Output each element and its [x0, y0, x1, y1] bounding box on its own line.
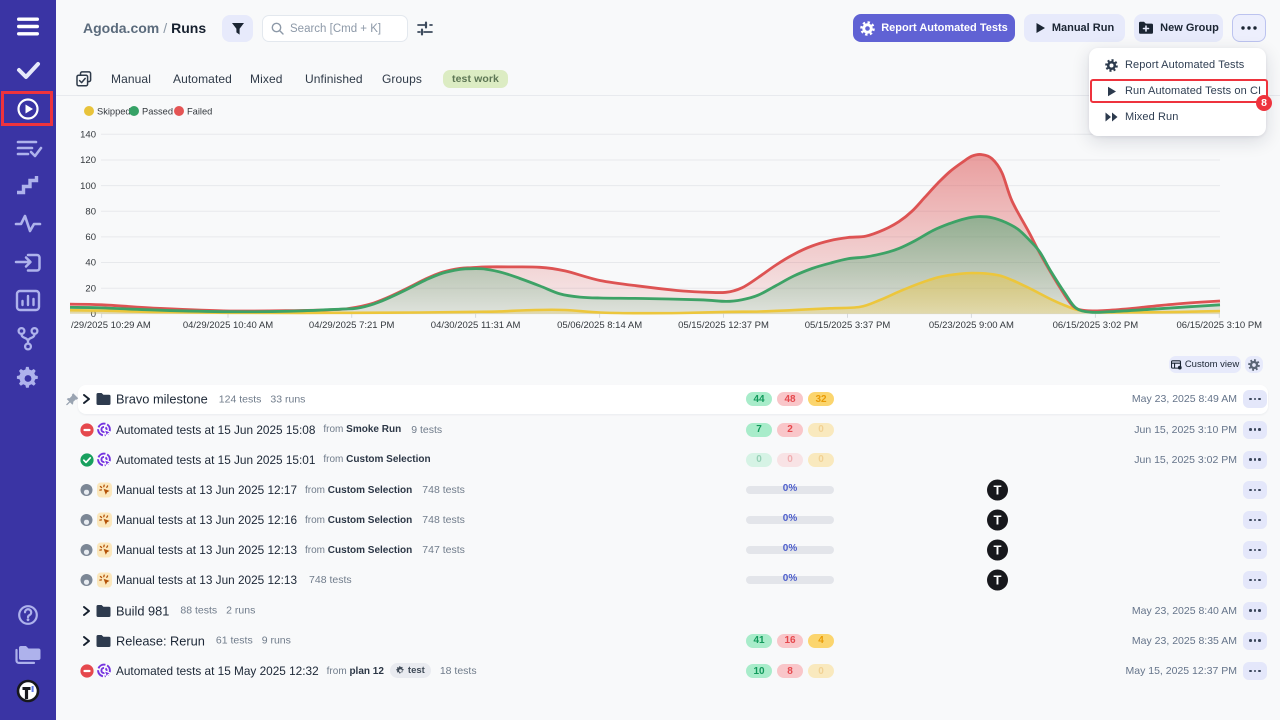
svg-text:80: 80 [85, 206, 96, 217]
svg-text:40: 40 [85, 258, 96, 269]
svg-text:06/15/2025 3:10 PM: 06/15/2025 3:10 PM [1177, 320, 1263, 331]
svg-text:100: 100 [80, 181, 96, 192]
svg-text:/29/2025 10:29 AM: /29/2025 10:29 AM [71, 320, 151, 331]
svg-text:20: 20 [85, 283, 96, 294]
svg-text:05/23/2025 9:00 AM: 05/23/2025 9:00 AM [929, 320, 1014, 331]
svg-text:05/06/2025 8:14 AM: 05/06/2025 8:14 AM [557, 320, 642, 331]
svg-text:04/30/2025 11:31 AM: 04/30/2025 11:31 AM [431, 320, 521, 331]
svg-text:60: 60 [85, 232, 96, 243]
svg-text:04/29/2025 10:40 AM: 04/29/2025 10:40 AM [183, 320, 273, 331]
svg-text:05/15/2025 3:37 PM: 05/15/2025 3:37 PM [805, 320, 891, 331]
svg-text:140: 140 [80, 130, 96, 141]
svg-text:05/15/2025 12:37 PM: 05/15/2025 12:37 PM [678, 320, 769, 331]
svg-text:06/15/2025 3:02 PM: 06/15/2025 3:02 PM [1053, 320, 1139, 331]
svg-text:04/29/2025 7:21 PM: 04/29/2025 7:21 PM [309, 320, 395, 331]
svg-text:Skipped: Skipped [97, 106, 131, 116]
svg-text:120: 120 [80, 155, 96, 166]
svg-text:Failed: Failed [187, 106, 212, 116]
svg-text:Passed: Passed [142, 106, 173, 116]
